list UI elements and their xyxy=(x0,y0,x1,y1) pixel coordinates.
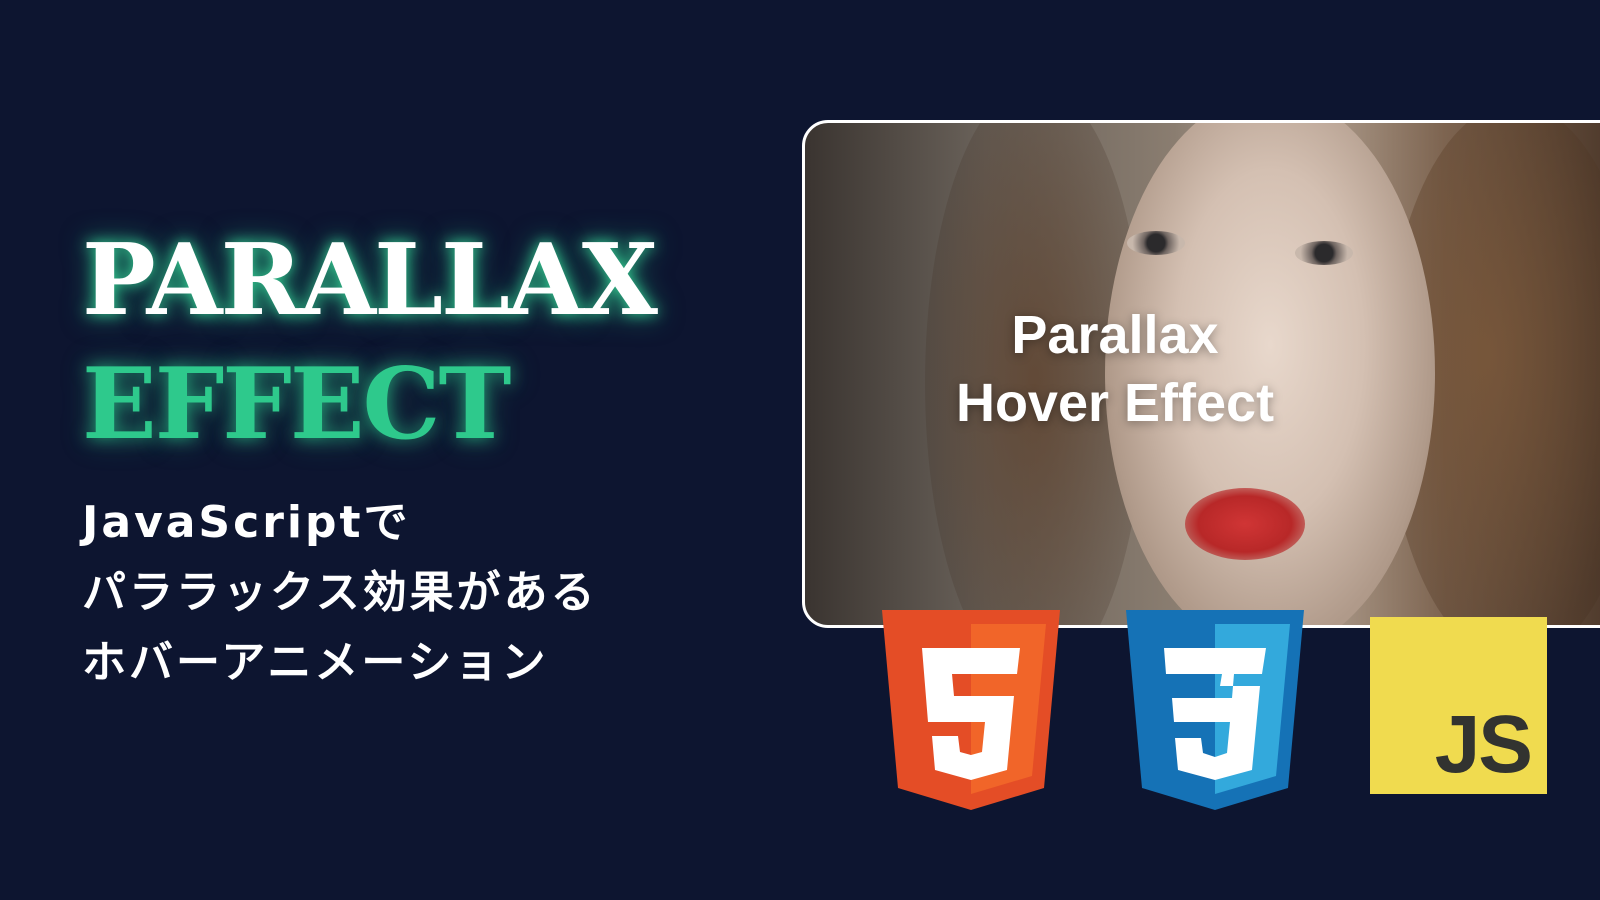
subtitle-line-1: JavaScriptで xyxy=(82,497,411,548)
subtitle-line-3: ホバーアニメーション xyxy=(82,637,549,688)
javascript-logo-icon: JS xyxy=(1370,617,1547,794)
photo-lips xyxy=(1185,488,1305,560)
subtitle-line-2: パララックス効果がある xyxy=(82,567,598,618)
headline-effect: EFFECT xyxy=(82,347,511,462)
subtitle: JavaScriptで パララックス効果がある ホバーアニメーション xyxy=(82,488,598,698)
card-title-line-1: Parallax xyxy=(1011,305,1219,365)
card-title: Parallax Hover Effect xyxy=(805,301,1600,437)
photo-eye-right xyxy=(1295,241,1353,265)
css3-logo-icon xyxy=(1126,610,1304,810)
html5-logo-icon xyxy=(882,610,1060,810)
headline-parallax: PARALLAX xyxy=(82,223,658,338)
parallax-card[interactable]: Parallax Hover Effect xyxy=(802,120,1600,628)
photo-eye-left xyxy=(1127,231,1185,255)
js-logo-label: JS xyxy=(1434,699,1533,790)
card-title-line-2: Hover Effect xyxy=(955,373,1275,433)
